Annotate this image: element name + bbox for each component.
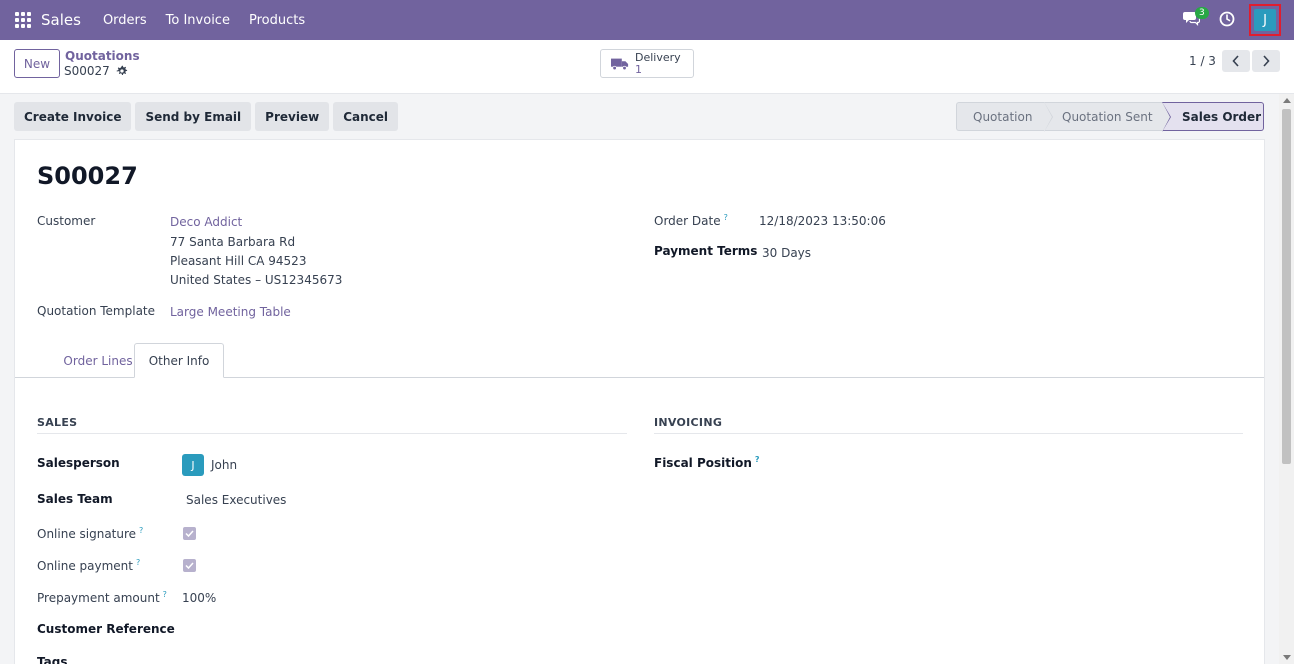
user-avatar: J	[1254, 9, 1276, 31]
menu-to-invoice[interactable]: To Invoice	[166, 13, 230, 28]
chevron-left-icon	[1232, 55, 1239, 67]
help-icon[interactable]: ?	[755, 455, 760, 464]
notebook-tabs: Order Lines Other Info	[15, 343, 1264, 378]
stage-quotation-sent[interactable]: Quotation Sent	[1044, 102, 1171, 132]
order-date-label: Order Date?	[654, 213, 728, 228]
payment-terms-label: Payment Terms	[654, 244, 758, 258]
action-buttons: Create Invoice Send by Email Preview Can…	[14, 102, 402, 131]
invoicing-section-heading: INVOICING	[654, 416, 1243, 434]
activities-button[interactable]	[1219, 11, 1237, 29]
check-icon	[185, 562, 194, 569]
stage-quotation-sent-label: Quotation Sent	[1062, 109, 1153, 124]
delivery-label: Delivery	[635, 50, 681, 64]
customer-address-line-1: 77 Santa Barbara Rd	[170, 235, 296, 249]
breadcrumb-quotations[interactable]: Quotations	[65, 49, 140, 63]
help-icon[interactable]: ?	[136, 558, 140, 567]
new-button[interactable]: New	[14, 49, 60, 78]
app-name[interactable]: Sales	[41, 11, 81, 29]
chat-count-badge: 3	[1195, 7, 1209, 19]
truck-icon	[611, 58, 629, 70]
customer-label: Customer	[37, 214, 96, 228]
scroll-down-arrow-icon[interactable]	[1283, 655, 1291, 660]
online-signature-checkbox[interactable]	[183, 527, 196, 540]
chevron-right-icon	[1263, 55, 1270, 67]
customer-address-line-2: Pleasant Hill CA 94523	[170, 254, 307, 268]
create-invoice-button[interactable]: Create Invoice	[14, 102, 132, 131]
help-icon[interactable]: ?	[724, 213, 728, 222]
scrollbar-thumb[interactable]	[1282, 109, 1291, 464]
customer-reference-label: Customer Reference	[37, 622, 175, 636]
form-sheet: S00027 Customer Deco Addict 77 Santa Bar…	[14, 139, 1265, 664]
online-signature-label: Online signature?	[37, 526, 144, 541]
menu-orders[interactable]: Orders	[103, 13, 147, 28]
status-bar: Quotation Quotation Sent Sales Order	[956, 102, 1264, 132]
stage-sales-order[interactable]: Sales Order	[1162, 102, 1264, 131]
online-payment-checkbox[interactable]	[183, 559, 196, 572]
cancel-button[interactable]: Cancel	[333, 102, 398, 131]
sales-team-label: Sales Team	[37, 492, 113, 506]
customer-address-line-3: United States – US12345673	[170, 273, 343, 287]
delivery-smart-button[interactable]: Delivery 1	[600, 49, 694, 78]
breadcrumb-current-label: S00027	[64, 64, 110, 78]
help-icon[interactable]: ?	[139, 526, 143, 535]
prepayment-amount-label: Prepayment amount?	[37, 590, 167, 605]
send-by-email-button[interactable]: Send by Email	[135, 102, 252, 131]
pager-next-button[interactable]	[1252, 50, 1280, 72]
check-icon	[185, 530, 194, 537]
quotation-template-link[interactable]: Large Meeting Table	[170, 305, 291, 319]
pager-previous-button[interactable]	[1222, 50, 1250, 72]
salesperson-value[interactable]: John	[211, 458, 237, 472]
fiscal-position-label: Fiscal Position?	[654, 455, 760, 470]
apps-menu-icon[interactable]	[15, 12, 31, 28]
customer-name-link[interactable]: Deco Addict	[170, 215, 242, 229]
stage-quotation[interactable]: Quotation	[956, 102, 1053, 132]
gear-icon[interactable]	[116, 65, 128, 77]
order-date-value[interactable]: 12/18/2023 13:50:06	[759, 214, 886, 228]
delivery-count: 1	[635, 62, 642, 76]
online-payment-label: Online payment?	[37, 558, 141, 573]
quotation-template-label: Quotation Template	[37, 304, 156, 318]
sales-section-heading: SALES	[37, 416, 627, 434]
messages-button[interactable]: 3	[1183, 7, 1209, 30]
scroll-up-arrow-icon[interactable]	[1283, 98, 1291, 103]
preview-button[interactable]: Preview	[255, 102, 330, 131]
top-navbar: Sales Orders To Invoice Products 3 J	[0, 0, 1294, 40]
tags-label: Tags	[37, 655, 68, 664]
salesperson-label: Salesperson	[37, 456, 120, 470]
page-scrollbar[interactable]	[1279, 94, 1294, 664]
control-panel: New Quotations S00027 Delivery 1 1 / 3	[0, 40, 1294, 94]
breadcrumb-current: S00027	[64, 64, 128, 78]
pager-value[interactable]: 1 / 3	[1189, 54, 1216, 68]
salesperson-avatar: J	[182, 454, 204, 476]
prepayment-amount-value[interactable]: 100%	[182, 591, 216, 605]
stage-sales-order-label: Sales Order	[1182, 109, 1262, 124]
menu-products[interactable]: Products	[249, 13, 305, 28]
payment-terms-value[interactable]: 30 Days	[762, 246, 811, 260]
record-name: S00027	[37, 162, 138, 190]
sales-team-value[interactable]: Sales Executives	[186, 493, 286, 507]
stage-quotation-label: Quotation	[973, 109, 1033, 124]
user-menu-button[interactable]: J	[1249, 4, 1281, 36]
clock-icon	[1219, 11, 1235, 27]
help-icon[interactable]: ?	[163, 590, 167, 599]
tab-other-info[interactable]: Other Info	[134, 343, 224, 378]
